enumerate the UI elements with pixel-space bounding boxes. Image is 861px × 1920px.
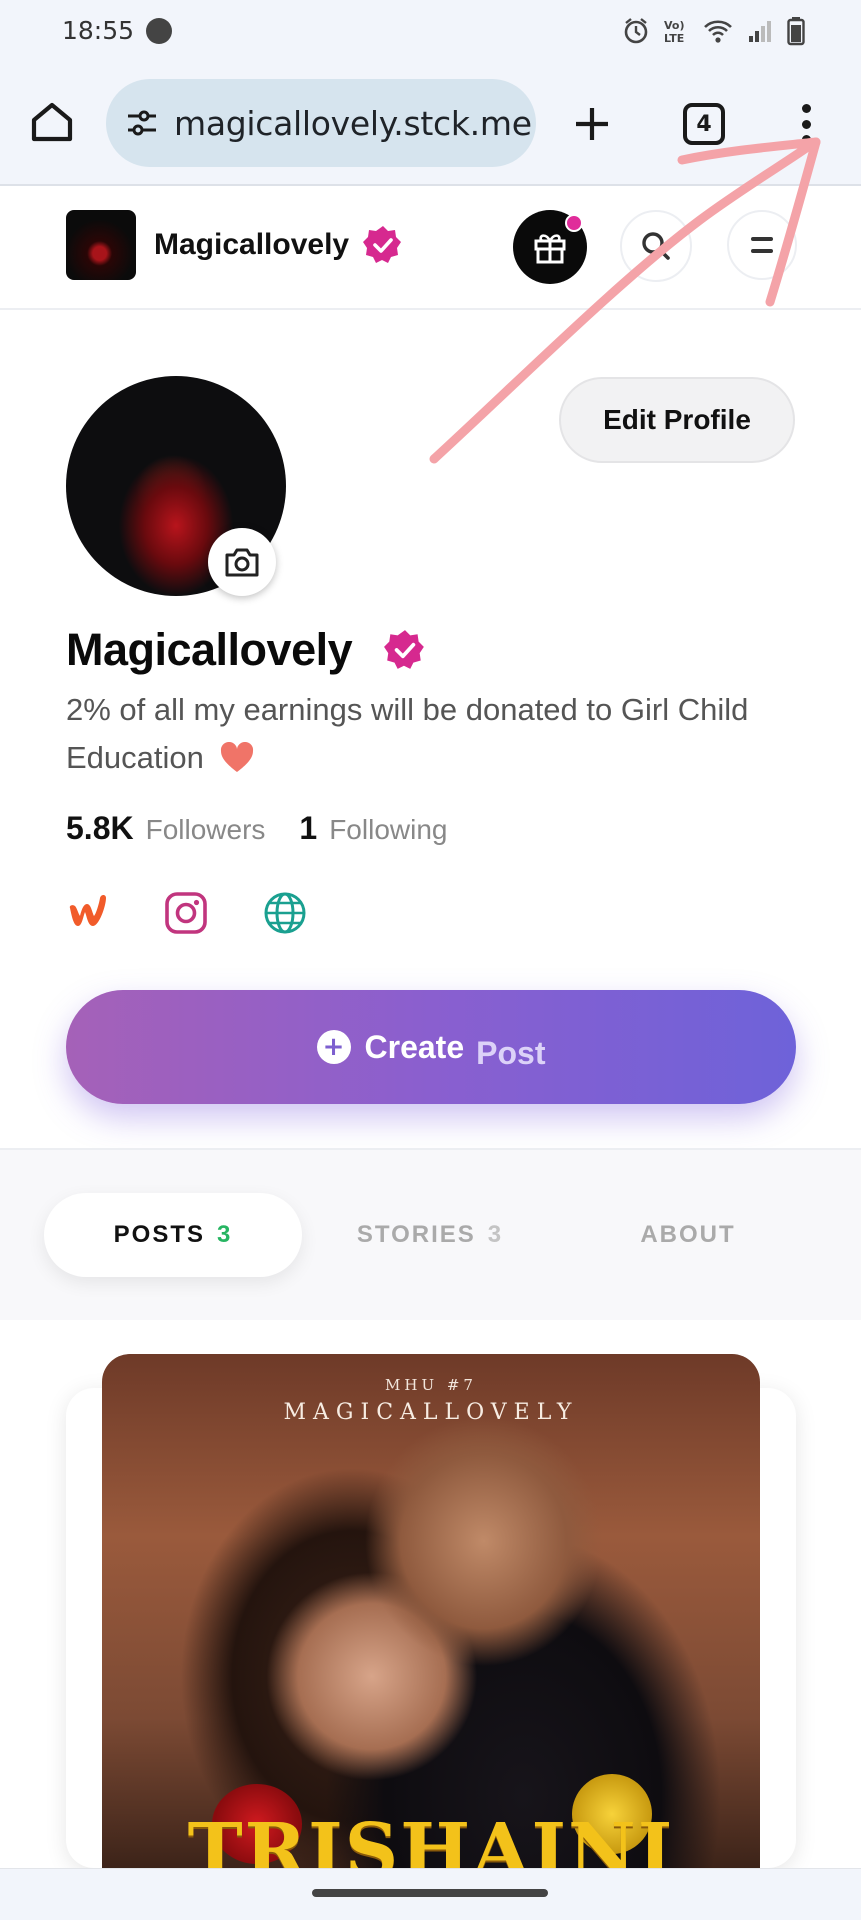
alarm-icon (624, 18, 648, 44)
tab-stories[interactable]: STORIES 3 (320, 1193, 540, 1277)
profile-stats: 5.8K Followers 1 Following (66, 810, 447, 847)
tab-label: STORIES (356, 1221, 476, 1248)
followers-label[interactable]: Followers (146, 814, 266, 846)
create-label: Create (364, 1028, 465, 1065)
battery-icon (787, 17, 805, 46)
svg-text:LTE: LTE (664, 32, 684, 45)
tab-about[interactable]: ABOUT (590, 1193, 786, 1277)
gift-icon (534, 234, 566, 264)
tab-count: 3 (217, 1221, 233, 1248)
following-count[interactable]: 1 (299, 810, 317, 847)
following-label[interactable]: Following (329, 814, 447, 846)
plus-circle-icon: + (316, 1030, 351, 1064)
wifi-icon (704, 20, 732, 43)
change-photo-button[interactable] (208, 528, 276, 596)
svg-text:Vo): Vo) (664, 19, 685, 32)
tab-label: POSTS (113, 1221, 205, 1248)
search-button[interactable] (620, 210, 692, 282)
site-settings-icon[interactable] (124, 105, 160, 141)
camera-icon (225, 548, 259, 577)
tab-label: ABOUT (640, 1221, 736, 1248)
cover-title: TRISHAINI (187, 1808, 675, 1874)
volte-icon: Vo)LTE (664, 19, 685, 45)
menu-icon[interactable] (727, 210, 797, 280)
cover-subtitle: MHU #7 (385, 1376, 477, 1394)
wattpad-icon[interactable] (66, 890, 112, 936)
instagram-icon[interactable] (163, 890, 209, 936)
heart-emoji (220, 742, 253, 772)
tab-switcher-button[interactable]: 4 (683, 103, 725, 145)
site-logo[interactable] (66, 210, 136, 280)
tab-count: 4 (696, 111, 712, 137)
tab-count: 3 (487, 1221, 504, 1248)
create-post-button[interactable]: + Create Post (66, 990, 796, 1104)
post-cover-image[interactable]: MHU #7 MAGICALLOVELY TRISHAINI (102, 1354, 760, 1874)
profile-name: Magicallovely (66, 624, 353, 675)
profile-bio: 2% of all my earnings will be donated to… (66, 686, 756, 782)
address-bar[interactable]: magicallovely.stck.me (106, 79, 536, 167)
tab-posts[interactable]: POSTS 3 (44, 1193, 302, 1277)
verified-badge-icon (363, 226, 401, 263)
verified-badge-icon (384, 630, 424, 669)
notification-dot (565, 214, 583, 232)
edit-profile-button[interactable]: Edit Profile (559, 377, 795, 463)
status-icons: Vo) LTE (623, 14, 805, 48)
status-time: 18:55 (62, 16, 135, 45)
create-post-label: Post (476, 1034, 546, 1071)
signal-icon (749, 21, 771, 42)
home-gesture-handle[interactable] (312, 1889, 548, 1897)
browser-toolbar: magicallovely.stck.me 4 (0, 62, 861, 186)
new-tab-icon[interactable] (568, 100, 616, 148)
url-text: magicallovely.stck.me (174, 103, 532, 143)
gesture-navigation-bar (0, 1868, 861, 1920)
site-header: Magicallovely (0, 188, 861, 310)
app-notification-icon (146, 18, 172, 44)
status-bar: 18:55 Vo) LTE (0, 0, 861, 62)
bio-text: 2% of all my earnings will be donated to… (66, 692, 749, 775)
followers-count[interactable]: 5.8K (66, 810, 134, 847)
cover-brand: MAGICALLOVELY (283, 1400, 579, 1425)
more-vert-icon[interactable] (794, 100, 818, 148)
home-icon[interactable] (28, 98, 76, 146)
site-name[interactable]: Magicallovely (154, 228, 349, 262)
search-icon (642, 232, 670, 260)
website-globe-icon[interactable] (262, 890, 308, 936)
